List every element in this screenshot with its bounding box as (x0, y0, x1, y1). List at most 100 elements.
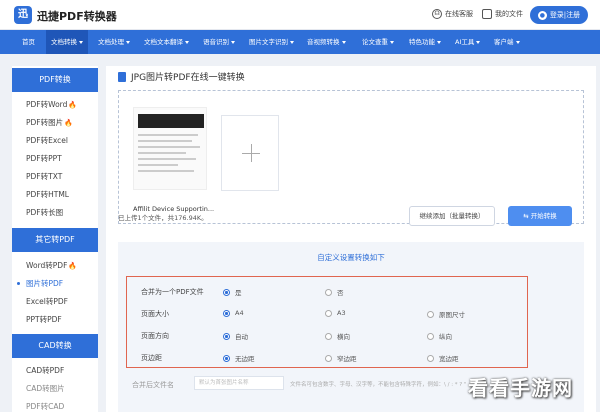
sidebar-item-pdf-to-html[interactable]: PDF转HTML (26, 189, 69, 200)
sidebar-item-cad-to-image[interactable]: CAD转图片 (26, 383, 65, 394)
chevron-down-icon (515, 40, 520, 44)
option-label: 窄边距 (337, 355, 357, 363)
thumbnail-text-line (138, 152, 186, 154)
option-label: 否 (337, 289, 344, 297)
option-label: 宽边距 (439, 355, 459, 363)
thumbnail-text-line (138, 170, 194, 172)
sidebar-item-ppt-to-pdf[interactable]: PPT转PDF (26, 314, 62, 325)
page-margin-label: 页边距 (141, 354, 162, 362)
nav-label: 音视频转换 (307, 38, 340, 46)
radio-selected-icon (223, 354, 230, 362)
fire-icon: 🔥 (64, 119, 73, 127)
radio-icon (427, 332, 434, 340)
sidebar-item-excel-to-pdf[interactable]: Excel转PDF (26, 296, 68, 307)
nav-label: 文档文本翻译 (144, 38, 183, 46)
merge-yes-option[interactable]: 是 (223, 287, 242, 297)
orientation-portrait-option[interactable]: 纵向 (427, 331, 452, 341)
main-panel: JPG图片转PDF在线一键转换 Affilit Device Supportin… (106, 66, 596, 412)
file-thumbnail[interactable] (133, 107, 207, 190)
radio-icon (325, 309, 332, 317)
option-label: 横向 (337, 333, 350, 341)
sidebar-item-pdf-to-long-image[interactable]: PDF转长图 (26, 207, 63, 218)
page-size-a4-option[interactable]: A4 (223, 309, 244, 317)
sidebar-item-pdf-to-ppt[interactable]: PDF转PPT (26, 153, 62, 164)
radio-icon (325, 332, 332, 340)
chevron-down-icon (185, 40, 189, 44)
radio-icon (325, 354, 332, 362)
customer-service-link[interactable]: ☊ 在线客服 (432, 9, 473, 19)
radio-icon (427, 354, 434, 362)
merged-filename-input[interactable]: 默认为首张图片名称 (194, 376, 284, 390)
sidebar-item-pdf-to-word[interactable]: PDF转Word🔥 (26, 99, 77, 110)
start-convert-button[interactable]: ⇆ 开始转换 (508, 206, 572, 226)
nav-item-features[interactable]: 特色功能 (409, 30, 441, 54)
nav-item-doc-convert[interactable]: 文档转换 (46, 30, 88, 54)
sidebar-item-cad-to-pdf[interactable]: CAD转PDF (26, 365, 64, 376)
nav-label: 文档处理 (98, 38, 124, 46)
nav-item-speech[interactable]: 语音识别 (203, 30, 235, 54)
orientation-auto-option[interactable]: 自动 (223, 331, 248, 341)
nav-item-doc-process[interactable]: 文档处理 (98, 30, 130, 54)
nav-label: 首页 (22, 38, 35, 46)
main-nav: 首页 文档转换 文档处理 文档文本翻译 语音识别 图片文字识别 音视频转换 论文… (0, 30, 600, 54)
document-icon (118, 71, 126, 82)
merge-pdf-label: 合并为一个PDF文件 (141, 288, 204, 296)
chevron-down-icon (390, 40, 394, 44)
sidebar-item-label: PDF转图片 (26, 118, 64, 127)
nav-item-client[interactable]: 客户端 (494, 30, 520, 54)
nav-item-ai-tools[interactable]: AI工具 (455, 30, 481, 54)
sidebar-group-other-to-pdf[interactable]: 其它转PDF (12, 228, 98, 252)
add-more-button[interactable]: 继续添加（批量转换） (409, 206, 495, 226)
page-size-original-option[interactable]: 原图尺寸 (427, 309, 465, 319)
margin-wide-option[interactable]: 宽边距 (427, 353, 459, 363)
merge-no-option[interactable]: 否 (325, 287, 344, 297)
orientation-landscape-option[interactable]: 横向 (325, 331, 350, 341)
merged-filename-hint: 文件名可包含数字、字母、汉字等，不能包含特殊字符，例如：\ / : * ? " … (290, 382, 483, 388)
option-label: 无边距 (235, 355, 255, 363)
login-button[interactable]: ● 登录|注册 (530, 6, 588, 24)
page-orientation-label: 页面方向 (141, 332, 169, 340)
upload-info: 已上传1个文件，共176.94K。 (118, 214, 208, 222)
chevron-down-icon (79, 40, 83, 44)
radio-icon (427, 310, 434, 318)
sidebar-group-pdf-convert[interactable]: PDF转换 (12, 68, 98, 92)
nav-item-av-convert[interactable]: 音视频转换 (307, 30, 346, 54)
page-size-label: 页面大小 (141, 310, 169, 318)
option-label: 原图尺寸 (439, 311, 465, 319)
merged-filename-label: 合并后文件名 (132, 381, 174, 389)
nav-item-plagiarism[interactable]: 论文查重 (362, 30, 394, 54)
brand-name[interactable]: 迅捷PDF转换器 (37, 8, 117, 24)
chevron-down-icon (290, 40, 294, 44)
nav-label: 文档转换 (51, 38, 77, 46)
sidebar-item-pdf-to-excel[interactable]: PDF转Excel (26, 135, 68, 146)
my-files-label: 我的文件 (495, 10, 523, 18)
nav-label: 语音识别 (203, 38, 229, 46)
margin-narrow-option[interactable]: 窄边距 (325, 353, 357, 363)
thumbnail-text-line (138, 134, 198, 136)
nav-item-home[interactable]: 首页 (22, 30, 35, 54)
sidebar-item-pdf-to-txt[interactable]: PDF转TXT (26, 171, 62, 182)
sidebar-item-pdf-to-cad[interactable]: PDF转CAD (26, 401, 64, 412)
nav-item-translate[interactable]: 文档文本翻译 (144, 30, 189, 54)
nav-label: 特色功能 (409, 38, 435, 46)
option-label: 自动 (235, 333, 248, 341)
fire-icon: 🔥 (68, 262, 78, 270)
option-label: 纵向 (439, 333, 452, 341)
my-files-link[interactable]: 我的文件 (482, 9, 523, 19)
add-file-button[interactable] (221, 115, 279, 191)
nav-item-ocr[interactable]: 图片文字识别 (249, 30, 294, 54)
sidebar-item-pdf-to-image[interactable]: PDF转图片🔥 (26, 117, 73, 128)
fire-icon: 🔥 (68, 101, 78, 109)
sidebar-item-label: Word转PDF (26, 261, 68, 270)
sidebar-item-image-to-pdf[interactable]: 图片转PDF (16, 278, 63, 289)
page-size-a3-option[interactable]: A3 (325, 309, 346, 317)
margin-none-option[interactable]: 无边距 (223, 353, 255, 363)
sidebar-group-cad-convert[interactable]: CAD转换 (12, 334, 98, 358)
chevron-down-icon (126, 40, 130, 44)
radio-icon (325, 288, 332, 296)
sidebar-item-word-to-pdf[interactable]: Word转PDF🔥 (26, 260, 77, 271)
thumbnail-text-line (138, 164, 178, 166)
sidebar: PDF转换 PDF转Word🔥 PDF转图片🔥 PDF转Excel PDF转PP… (12, 66, 98, 412)
app-logo[interactable]: 迅 (14, 6, 32, 24)
upload-dropzone[interactable]: Affilit Device Supportin... (118, 90, 584, 224)
